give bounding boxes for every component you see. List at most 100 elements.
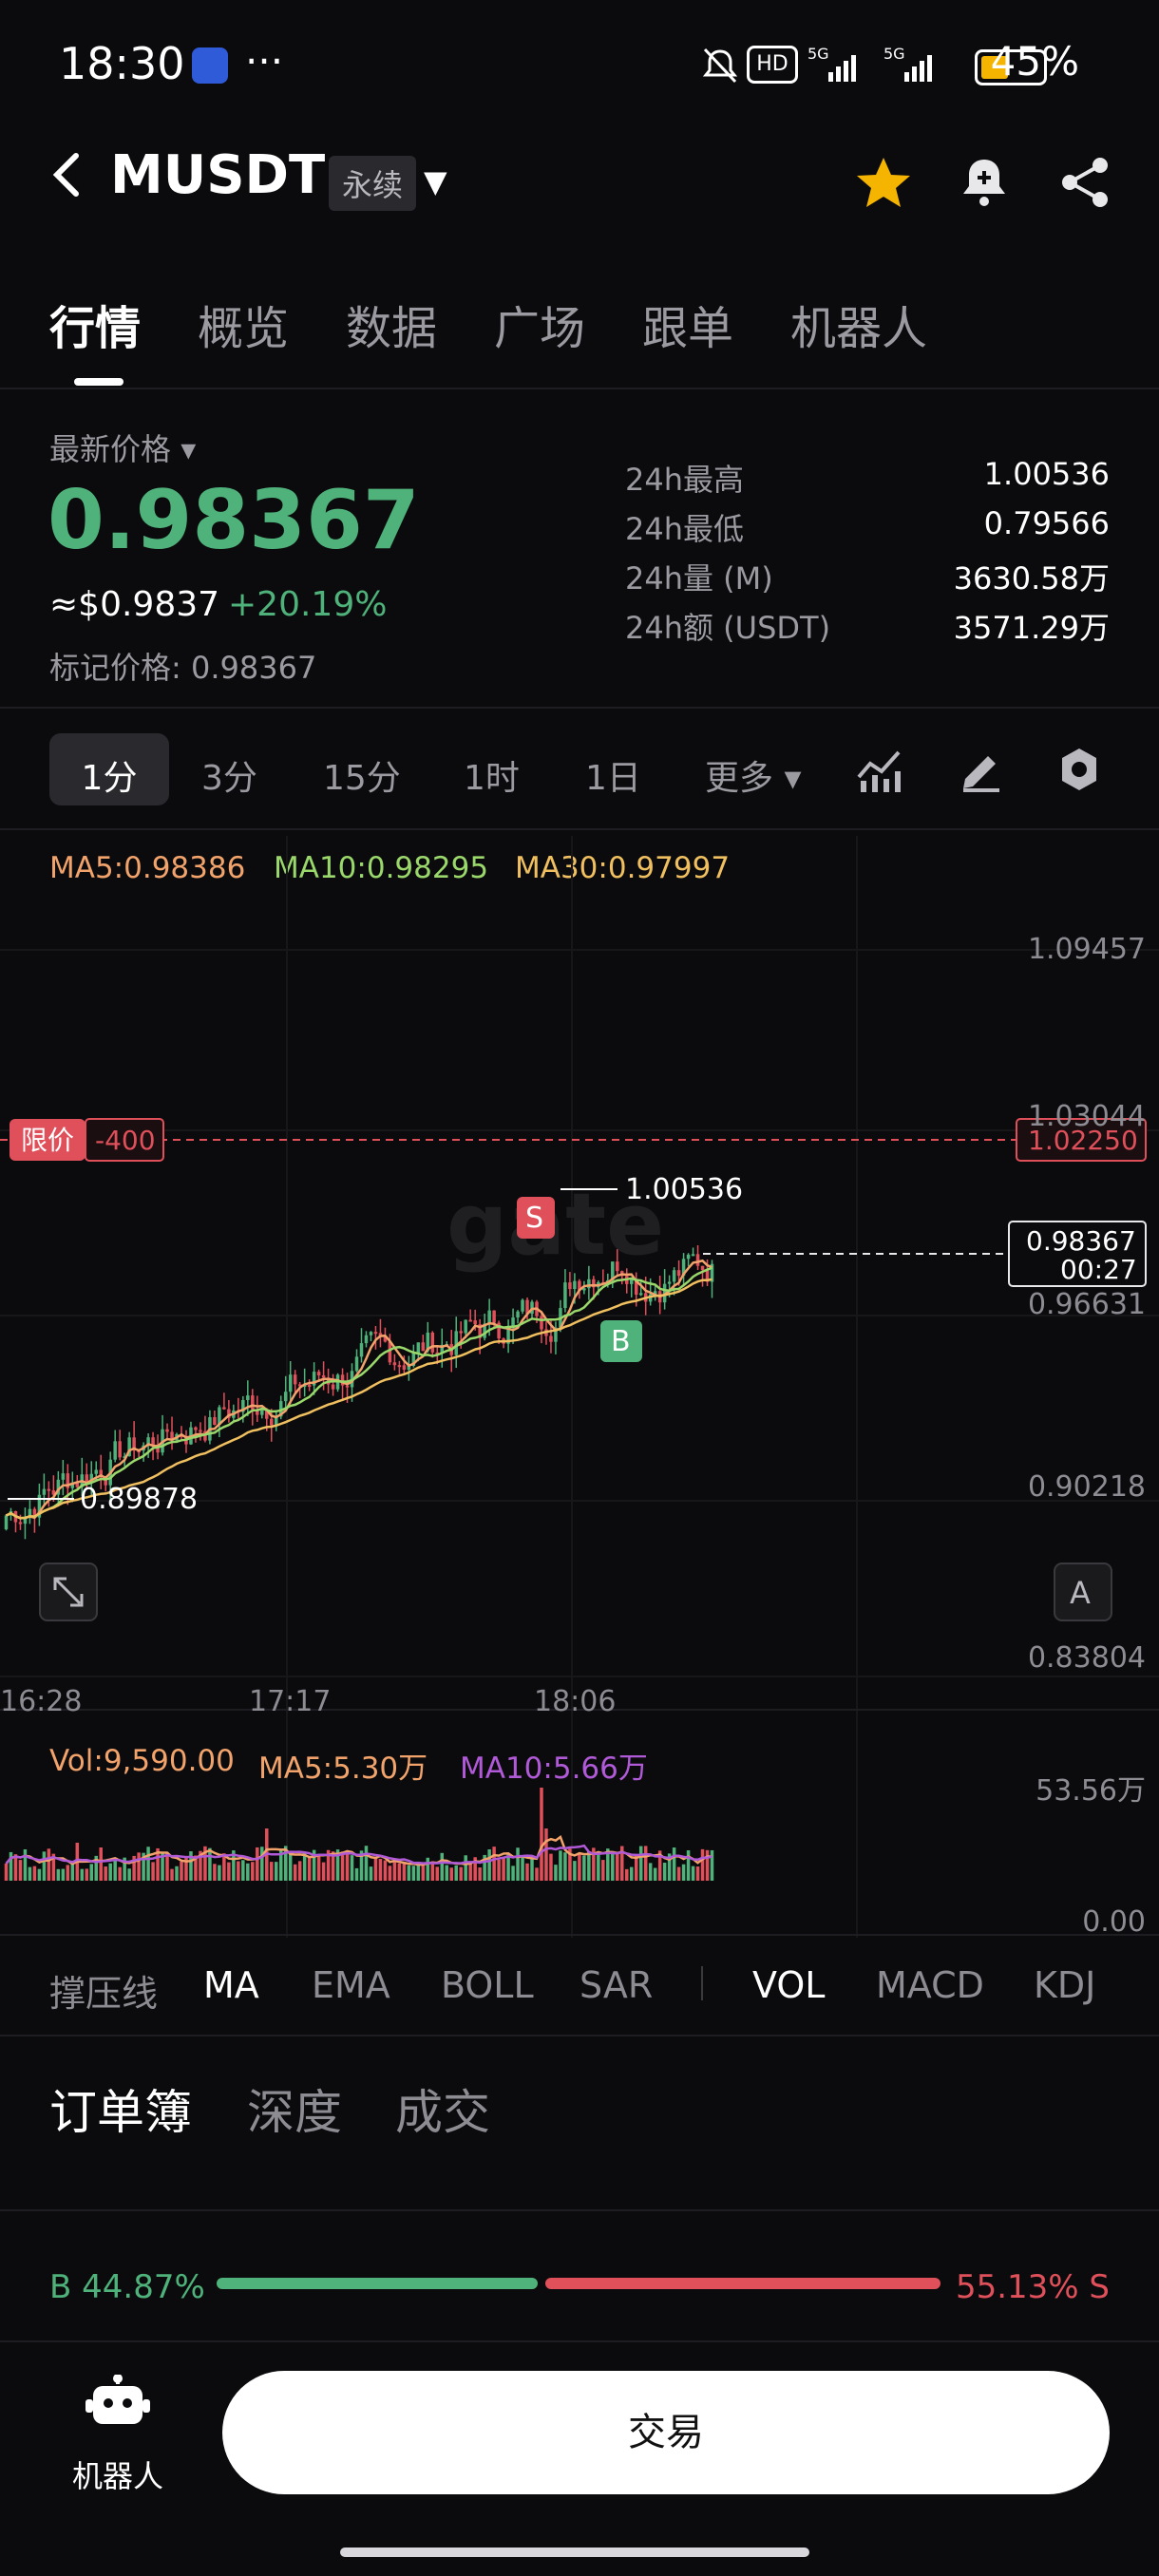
last-price-tag: 0.98367 [1026, 1225, 1136, 1257]
indicator-macd[interactable]: MACD [876, 1964, 984, 2006]
volume-bar [56, 1868, 61, 1881]
status-time: 18:30 [59, 38, 185, 89]
tab-orderbook[interactable]: 订单簿 [49, 2074, 192, 2143]
volume-bar [180, 1861, 183, 1881]
interval-3m[interactable]: 3分 [201, 750, 257, 800]
candle [516, 1311, 520, 1318]
volume-bar [256, 1847, 259, 1881]
candle [421, 1342, 426, 1352]
symbol-title[interactable]: MUSDT [110, 144, 325, 206]
back-button[interactable] [48, 148, 86, 216]
mute-icon [702, 47, 738, 84]
y-tick-2: 1.03044 [1027, 1100, 1146, 1133]
candle [4, 1515, 9, 1530]
svg-text:5G: 5G [884, 45, 905, 63]
volume-bar [85, 1868, 89, 1881]
svg-text:5G: 5G [808, 45, 829, 63]
candle [672, 1270, 676, 1282]
price-alert-button[interactable] [954, 152, 1015, 213]
volume-bar [251, 1862, 255, 1881]
interval-1h[interactable]: 1时 [464, 750, 520, 800]
divider [0, 2340, 1159, 2342]
volume-bar [170, 1868, 174, 1881]
volume-bar [643, 1846, 648, 1881]
y-tick-3: 0.96631 [1027, 1288, 1146, 1321]
candle [691, 1254, 695, 1257]
candle [165, 1429, 169, 1432]
tab-overview[interactable]: 概览 [198, 291, 289, 357]
price-change: +20.19% [228, 585, 388, 624]
indicator-button[interactable] [855, 745, 904, 798]
chart-settings-button[interactable] [1054, 745, 1104, 798]
symbol-dropdown-icon[interactable]: ▼ [424, 163, 447, 199]
volume-ma-lines [5, 1835, 712, 1866]
trade-button[interactable]: 交易 [222, 2371, 1110, 2494]
volume-bar [66, 1865, 70, 1881]
buy-marker[interactable]: B [611, 1325, 631, 1358]
candle [222, 1407, 226, 1410]
interval-more[interactable]: 更多 ▾ [705, 750, 802, 800]
interval-1d[interactable]: 1日 [585, 750, 641, 800]
divider [0, 388, 1159, 389]
volume-bar [530, 1857, 534, 1881]
volume-bar [321, 1862, 326, 1881]
volume-bar [416, 1865, 421, 1881]
volume-bar [653, 1867, 657, 1881]
volume-bar [492, 1847, 496, 1881]
volume-bar [345, 1852, 350, 1881]
latest-price-label[interactable]: 最新价格 ▾ [49, 426, 196, 469]
candle [388, 1341, 392, 1363]
tab-market[interactable]: 行情 [49, 291, 141, 357]
candle [629, 1279, 634, 1284]
volume-bar [13, 1854, 18, 1881]
battery-percent: 45% [990, 38, 1079, 85]
interval-1m[interactable]: 1分 [49, 750, 169, 800]
indicator-ema[interactable]: EMA [312, 1964, 390, 2006]
contract-type-tag[interactable]: 永续 [329, 156, 417, 211]
volume-bar [208, 1847, 212, 1881]
sell-marker[interactable]: S [525, 1202, 543, 1235]
tab-square[interactable]: 广场 [494, 291, 585, 357]
volume-bar [616, 1852, 619, 1881]
interval-15m[interactable]: 15分 [323, 750, 401, 800]
draw-tool-button[interactable] [956, 745, 1005, 798]
indicator-boll[interactable]: BOLL [441, 1964, 534, 2006]
tab-data[interactable]: 数据 [346, 291, 437, 357]
divider [0, 2209, 1159, 2211]
candle [695, 1254, 700, 1266]
candle [316, 1372, 321, 1375]
volume-bar [549, 1853, 553, 1881]
indicator-vol[interactable]: VOL [752, 1964, 825, 2006]
indicator-sar[interactable]: SAR [580, 1964, 653, 2006]
volume-bar [241, 1860, 245, 1881]
share-button[interactable] [1054, 152, 1115, 213]
chart-indicator-icon [857, 750, 901, 792]
robot-button[interactable] [84, 2374, 152, 2432]
tab-copy-trading[interactable]: 跟单 [642, 291, 733, 357]
volume-bar [629, 1866, 634, 1881]
volume-bar [213, 1864, 217, 1881]
volume-bar [260, 1847, 264, 1881]
countdown: 00:27 [1060, 1254, 1137, 1285]
tab-depth[interactable]: 深度 [247, 2074, 342, 2143]
x-tick-3: 18:06 [534, 1685, 617, 1718]
robot-label[interactable]: 机器人 [55, 2453, 180, 2496]
limit-tag[interactable]: 限价 [21, 1125, 74, 1156]
candle [492, 1310, 496, 1323]
home-indicator[interactable] [340, 2548, 809, 2557]
indicator-ma[interactable]: MA [203, 1964, 259, 2006]
tab-trades[interactable]: 成交 [395, 2074, 490, 2143]
indicator-kdj[interactable]: KDJ [1034, 1964, 1095, 2006]
volume-bar [307, 1856, 312, 1881]
volume-bar [582, 1855, 586, 1881]
favorite-star-button[interactable] [853, 152, 914, 213]
volume-bar [573, 1861, 577, 1881]
volume-bar [99, 1847, 103, 1881]
tab-bots[interactable]: 机器人 [790, 291, 927, 357]
indicator-support-resistance[interactable]: 撑压线 [49, 1964, 158, 2017]
stat-turnover-value: 3571.29万 [953, 610, 1110, 646]
candle [373, 1332, 378, 1335]
limit-qty[interactable]: -400 [95, 1125, 156, 1156]
divider [0, 2035, 1159, 2036]
volume-bar [104, 1866, 107, 1881]
